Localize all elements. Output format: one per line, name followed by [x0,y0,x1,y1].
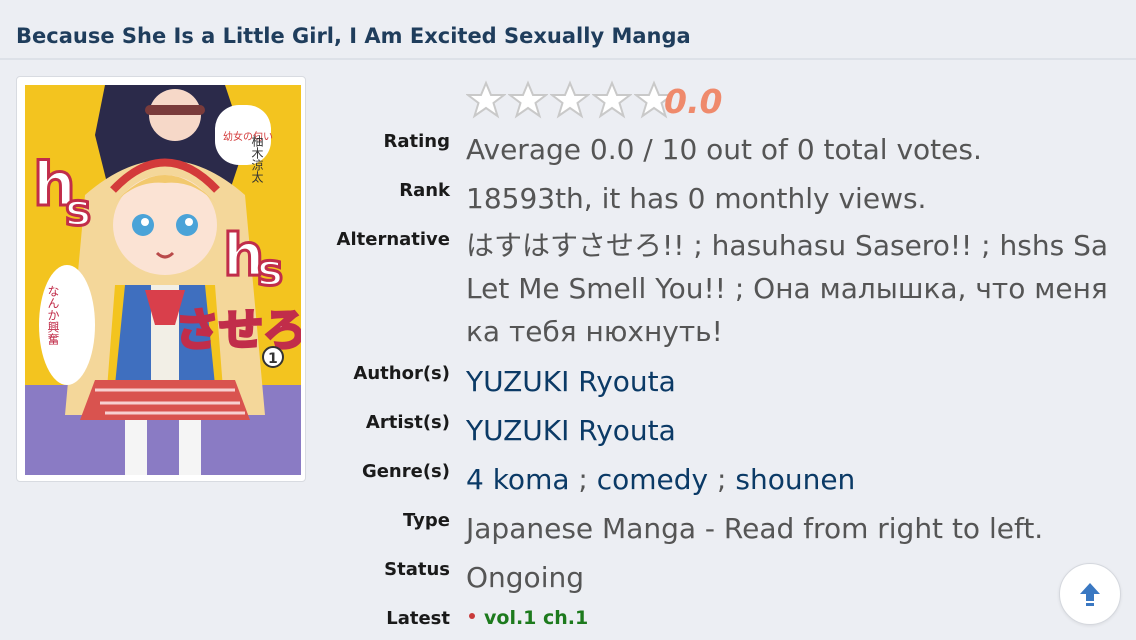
alternative-label: Alternative [336,229,450,250]
genre-separator: ; [578,463,588,496]
page-title: Because She Is a Little Girl, I Am Excit… [16,24,691,48]
scroll-top-button[interactable] [1059,563,1121,625]
genre-link-comedy[interactable]: comedy [597,463,708,496]
alternative-line: はすはすさせろ!! ; hasuhasu Sasero!! ; hshs Sa [466,229,1109,262]
rating-score: 0.0 [664,82,723,121]
alternative-line: ка тебя нюхнуть! [466,315,723,348]
authors-label: Author(s) [353,363,450,384]
latest-label: Latest [386,608,450,629]
star-outline-icon[interactable] [508,80,548,120]
svg-text:させろ!!: させろ!! [175,305,301,356]
type-text: Japanese Manga - Read from right to left… [466,512,1044,545]
rating-label: Rating [383,131,450,152]
star-outline-icon[interactable] [466,80,506,120]
artists-label: Artist(s) [365,412,450,433]
genre-list: 4 koma ; comedy ; shounen [466,463,855,496]
type-label: Type [403,510,450,531]
star-outline-icon[interactable] [592,80,632,120]
alternative-names: はすはすさせろ!! ; hasuhasu Sasero!! ; hshs Sa … [466,224,1108,353]
genres-label: Genre(s) [361,461,450,482]
status-text: Ongoing [466,561,584,594]
rank-label: Rank [399,180,450,201]
latest-chapter-link[interactable]: vol.1 ch.1 [484,607,588,629]
rating-text: Average 0.0 / 10 out of 0 total votes. [466,133,982,166]
author-link[interactable]: YUZUKI Ryouta [466,365,676,398]
star-outline-icon[interactable] [550,80,590,120]
rank-text: 18593th, it has 0 monthly views. [466,182,927,215]
genre-link-shounen[interactable]: shounen [735,463,855,496]
arrow-up-icon [1080,583,1100,606]
status-label: Status [384,559,450,580]
genre-link-4koma[interactable]: 4 koma [466,463,570,496]
latest-dot-icon [469,613,475,619]
svg-text:なんか興奮: なんか興奮 [46,285,60,345]
alternative-line: Let Me Smell You!! ; Она малышка, что ме… [466,272,1108,305]
svg-text:s: s [257,245,283,296]
rating-stars[interactable] [466,80,674,120]
title-divider [0,58,1136,60]
genre-separator: ; [717,463,727,496]
artist-link[interactable]: YUZUKI Ryouta [466,414,676,447]
